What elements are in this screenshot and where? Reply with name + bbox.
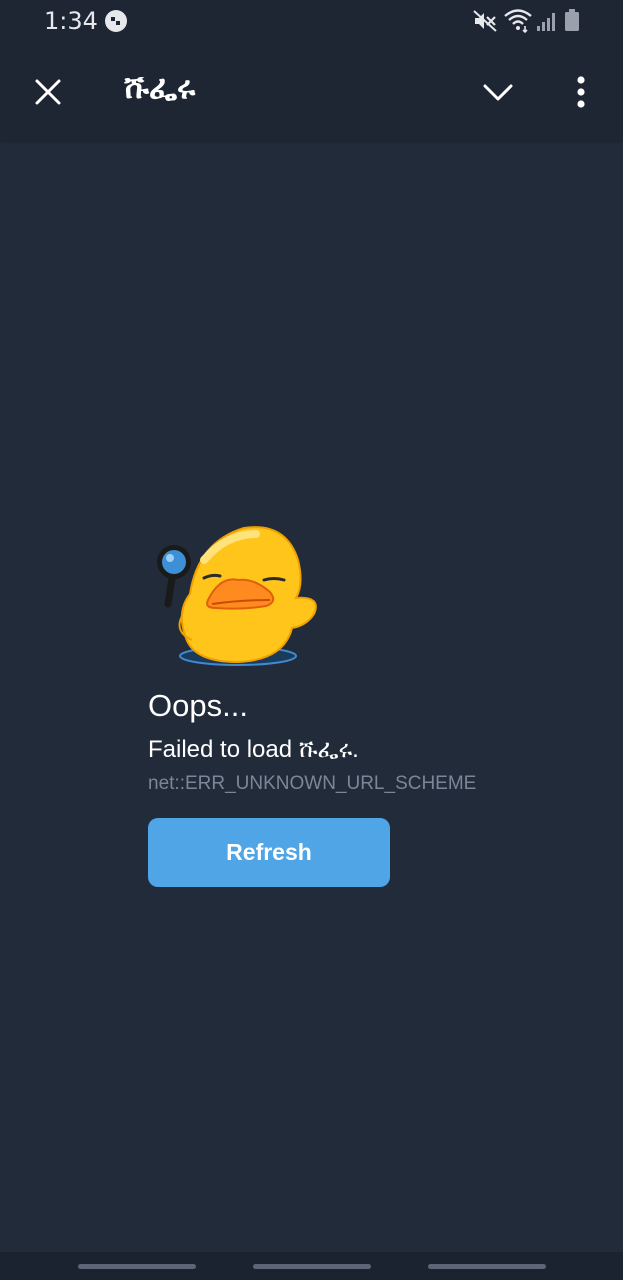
close-icon[interactable] bbox=[30, 74, 66, 110]
app-notification-icon bbox=[105, 10, 127, 32]
webview-screen: 1:34 ሹፌሩ Oops... Failed to load ሹፌሩ. net… bbox=[0, 0, 623, 1280]
mute-icon bbox=[473, 10, 497, 32]
error-message: Failed to load ሹፌሩ. bbox=[148, 736, 359, 763]
status-time: 1:34 bbox=[44, 7, 98, 35]
battery-icon bbox=[565, 9, 579, 31]
refresh-button[interactable]: Refresh bbox=[148, 818, 390, 887]
nav-home-button[interactable] bbox=[253, 1264, 371, 1269]
system-nav-bar bbox=[0, 1252, 623, 1280]
chevron-down-icon[interactable] bbox=[480, 76, 516, 108]
nav-recents-button[interactable] bbox=[78, 1264, 196, 1269]
duck-sticker-icon bbox=[157, 526, 317, 666]
signal-icon bbox=[537, 13, 555, 31]
wifi-icon bbox=[504, 9, 532, 33]
status-bar: 1:34 bbox=[0, 0, 623, 44]
app-header: ሹፌሩ bbox=[0, 44, 623, 140]
nav-back-button[interactable] bbox=[428, 1264, 546, 1269]
more-vertical-icon[interactable] bbox=[566, 72, 596, 112]
error-heading: Oops... bbox=[148, 688, 248, 723]
error-code: net::ERR_UNKNOWN_URL_SCHEME bbox=[148, 773, 477, 794]
page-title: ሹፌሩ bbox=[124, 68, 196, 106]
